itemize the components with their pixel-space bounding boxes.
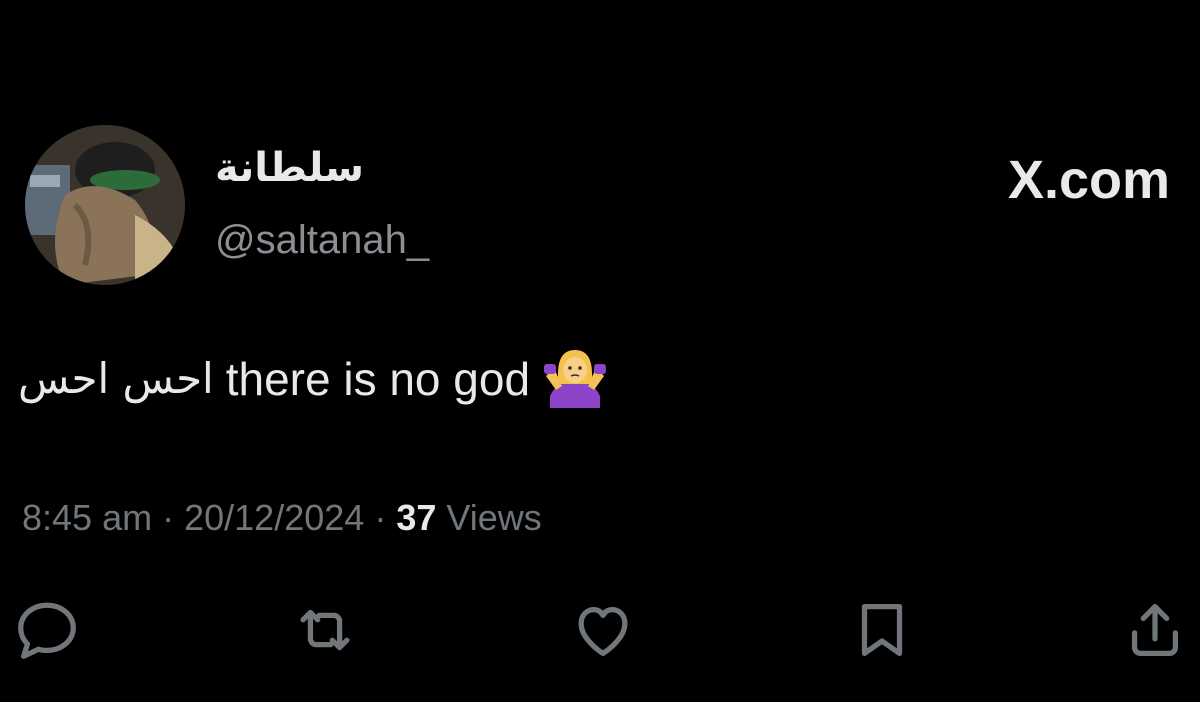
- tweet-text: احس احس there is no god: [18, 346, 608, 412]
- bookmark-button[interactable]: [842, 590, 922, 670]
- views-count: 37: [396, 497, 437, 538]
- repost-button[interactable]: [285, 590, 365, 670]
- tweet-text-english: there is no god: [225, 353, 531, 405]
- heart-icon: [578, 606, 628, 656]
- handle[interactable]: @saltanah_: [215, 215, 429, 265]
- share-button[interactable]: [1115, 590, 1195, 670]
- like-button[interactable]: [563, 590, 643, 670]
- meta-separator: ·: [374, 497, 387, 538]
- tweet-text-arabic: احس احس: [18, 354, 214, 403]
- views-label: Views: [446, 497, 542, 538]
- display-name[interactable]: سلطانة: [215, 143, 364, 193]
- x-com-watermark: X.com: [1008, 150, 1170, 210]
- tweet-time[interactable]: 8:45 am: [22, 497, 152, 538]
- share-icon: [1131, 604, 1179, 656]
- avatar[interactable]: [25, 125, 185, 285]
- person-shrugging-emoji: [542, 346, 608, 412]
- tweet-meta: 8:45 am · 20/12/2024 · 37 Views: [22, 495, 542, 541]
- meta-separator: ·: [162, 497, 175, 538]
- repost-icon: [300, 609, 350, 651]
- bookmark-icon: [861, 604, 903, 656]
- x-com-text: X.com: [1007, 150, 1170, 210]
- action-bar: [0, 590, 1200, 670]
- tweet-date[interactable]: 20/12/2024: [184, 497, 364, 538]
- reply-icon: [18, 602, 76, 659]
- reply-button[interactable]: [7, 590, 87, 670]
